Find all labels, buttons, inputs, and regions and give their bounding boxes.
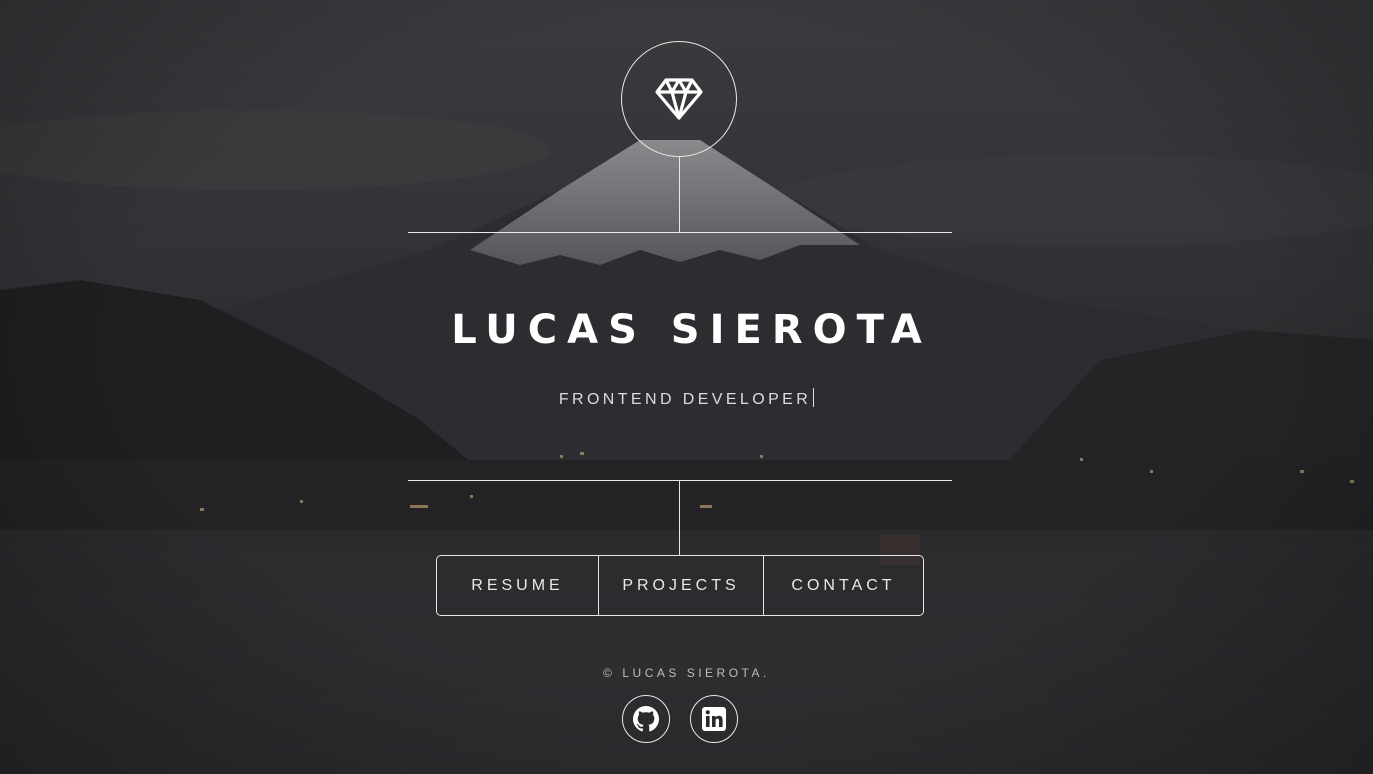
logo — [621, 41, 737, 157]
role-text: FRONTEND DEVELOPER — [558, 391, 812, 408]
nav-projects-button[interactable]: PROJECTS — [598, 556, 763, 615]
github-link[interactable] — [622, 695, 670, 743]
page-title: LUCAS SIEROTA — [451, 307, 932, 353]
copyright-text: © LUCAS SIEROTA. — [603, 666, 770, 680]
connector-line-bottom — [679, 480, 680, 555]
nav-contact-button[interactable]: CONTACT — [763, 556, 923, 615]
main-nav: RESUME PROJECTS CONTACT — [436, 555, 924, 616]
linkedin-icon — [701, 706, 727, 732]
divider-top — [408, 232, 952, 233]
linkedin-link[interactable] — [690, 695, 738, 743]
nav-resume-button[interactable]: RESUME — [437, 556, 598, 615]
subtitle: FRONTEND DEVELOPER — [0, 388, 1373, 411]
connector-line-top — [679, 157, 680, 233]
diamond-icon — [654, 77, 704, 121]
typing-cursor — [813, 388, 815, 407]
divider-bottom — [408, 480, 952, 481]
github-icon — [633, 706, 659, 732]
